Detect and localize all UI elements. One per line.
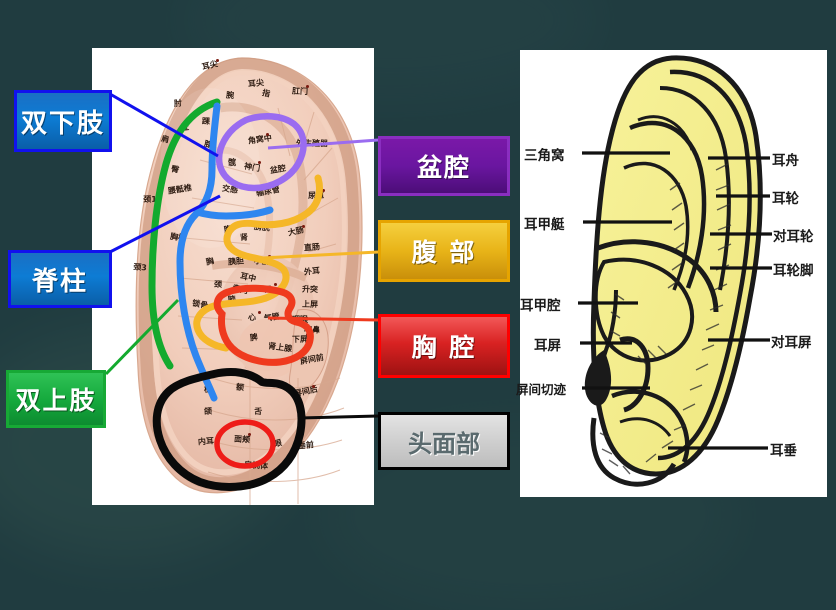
slide-canvas: 耳尖肘腕指耳尖 肛门肩趾踝膝角窝中 外生殖器臀腰骶椎髋神门 盆腔 颈1 交感 输尿管 尿道 胸椎… bbox=[0, 0, 836, 610]
acupoint-label: 直肠 bbox=[303, 242, 321, 253]
acupoint-label: 神门 bbox=[243, 161, 261, 174]
acupoint-label: 扁桃体 bbox=[243, 460, 269, 471]
callout-spine[interactable]: 脊柱 bbox=[8, 250, 112, 308]
callout-label-text: 盆腔 bbox=[416, 153, 471, 182]
anatomy-label-antihelix: 对耳轮 bbox=[773, 229, 814, 245]
acupoint-label: 角窝中 bbox=[247, 133, 273, 146]
anatomy-label-antitragus: 对耳屏 bbox=[771, 335, 812, 351]
acupoint-label: 肛门 bbox=[291, 86, 309, 97]
acupoint-dot bbox=[268, 255, 271, 258]
acupoint-label: 气管 bbox=[263, 311, 281, 324]
acupoint-label: 下屏 bbox=[291, 334, 309, 345]
acupoint-label: 颈1 bbox=[143, 194, 157, 205]
acupoint-label: 腰骶椎 bbox=[167, 183, 193, 196]
acupoint-label: 牙 bbox=[296, 412, 307, 423]
acupoint-label: 踝 bbox=[201, 116, 211, 127]
callout-label-text: 脊柱 bbox=[31, 266, 88, 297]
acupoint-label: 肩 bbox=[160, 134, 170, 145]
acupoint-label: 屏间后 bbox=[293, 384, 319, 399]
acupoint-label: 肺 bbox=[227, 294, 237, 305]
acupoint-label: 指 bbox=[261, 88, 272, 99]
acupoint-label: 小肠 bbox=[253, 256, 271, 267]
acupoint-label: 舌 bbox=[253, 406, 263, 417]
anatomy-label-earlobe: 耳垂 bbox=[770, 443, 797, 459]
anatomy-label-helix: 耳轮 bbox=[772, 191, 799, 207]
acupoint-label: 额 bbox=[235, 382, 245, 393]
acupoint-dot bbox=[216, 59, 219, 62]
acupoint-label: 胸椎 bbox=[169, 231, 187, 243]
callout-label-text: 双下肢 bbox=[20, 108, 105, 139]
acupoint-dot bbox=[322, 189, 325, 192]
ear-acupoint-photo-panel: 耳尖肘腕指耳尖 肛门肩趾踝膝角窝中 外生殖器臀腰骶椎髋神门 盆腔 颈1 交感 输尿管 尿道 胸椎… bbox=[92, 48, 374, 506]
acupoint-label: 耳尖 bbox=[247, 78, 265, 89]
acupoint-label: 脾 bbox=[249, 332, 259, 343]
callout-upper-limbs[interactable]: 双上肢 bbox=[6, 370, 106, 428]
acupoint-label: 内耳 bbox=[197, 436, 215, 447]
acupoint-label: 上屏 bbox=[301, 299, 319, 310]
acupoint-label: 肘 bbox=[173, 98, 183, 109]
acupoint-label: 眼 bbox=[272, 438, 283, 449]
acupoint-dot bbox=[306, 333, 309, 336]
callout-label-text: 双上肢 bbox=[15, 386, 97, 415]
acupoint-label: 腕 bbox=[225, 90, 235, 101]
callout-head-face[interactable]: 头面部 bbox=[378, 412, 510, 470]
callout-pelvis[interactable]: 盆腔 bbox=[378, 136, 510, 196]
anatomy-label-intertragic-notch: 屏间切迹 bbox=[516, 382, 567, 397]
anatomy-label-tragus: 耳屏 bbox=[534, 338, 561, 354]
acupoint-label: 心 bbox=[247, 312, 257, 323]
anatomy-label-scapha: 耳舟 bbox=[772, 153, 799, 169]
acupoint-label: 升突 bbox=[301, 284, 319, 295]
callout-lower-limbs[interactable]: 双下肢 bbox=[14, 90, 112, 152]
acupoint-label: 胰胆 bbox=[227, 256, 245, 267]
acupoint-label: 臀 bbox=[170, 164, 180, 175]
callout-chest[interactable]: 胸 腔 bbox=[378, 314, 510, 378]
acupoint-dot bbox=[258, 161, 261, 164]
acupoint-label: 口 bbox=[263, 284, 273, 295]
acupoint-label: 枕 bbox=[203, 384, 213, 395]
anatomy-label-cymba-conchae: 耳甲艇 bbox=[524, 217, 565, 233]
acupoint-label: 肾上腺 bbox=[267, 341, 293, 354]
callout-label-text: 腹 部 bbox=[411, 238, 477, 267]
acupoint-label: 盆腔 bbox=[269, 163, 287, 176]
callout-label-text: 头面部 bbox=[408, 429, 480, 458]
acupoint-label: 屏间前 bbox=[299, 352, 325, 367]
acupoint-label: 趾 bbox=[180, 122, 190, 133]
acupoint-label: 面颊 bbox=[233, 434, 251, 445]
acupoint-label: 咽喉 bbox=[292, 314, 308, 324]
acupoint-dot bbox=[266, 133, 269, 136]
acupoint-dot bbox=[302, 225, 305, 228]
acupoint-label: 锁骨 bbox=[191, 298, 209, 311]
anatomy-label-cavum-conchae: 耳甲腔 bbox=[520, 298, 561, 314]
acupoint-label: 肾 bbox=[239, 232, 249, 243]
acupoint-dot bbox=[258, 311, 261, 314]
ear-anatomy-diagram-panel: 三角窝 耳甲艇 耳甲腔 耳屏 屏间切迹 耳舟 耳轮 对耳轮 耳轮脚 对耳屏 耳垂 bbox=[516, 50, 827, 497]
acupoint-label: 膀胱 bbox=[253, 222, 271, 233]
acupoint-label: 大肠 bbox=[287, 225, 305, 238]
anatomy-label-crus-of-helix: 耳轮脚 bbox=[773, 263, 814, 279]
acupoint-label: 交感 bbox=[221, 183, 239, 195]
acupoint-dot bbox=[274, 283, 277, 286]
acupoint-label: 腹 bbox=[223, 224, 233, 235]
acupoint-label: 髋 bbox=[228, 157, 236, 167]
acupoint-label-layer: 耳尖肘腕指耳尖 肛门肩趾踝膝角窝中 外生殖器臀腰骶椎髋神门 盆腔 颈1 交感 输尿管 尿道 胸椎… bbox=[92, 48, 374, 505]
acupoint-label: 外生殖器 bbox=[295, 138, 329, 149]
acupoint-label: 输尿管 bbox=[255, 184, 281, 199]
acupoint-label: 尿道 bbox=[307, 190, 325, 201]
acupoint-label: 外耳 bbox=[303, 266, 321, 277]
callout-abdomen[interactable]: 腹 部 bbox=[378, 220, 510, 282]
acupoint-label: 胸 bbox=[204, 256, 215, 267]
acupoint-label: 颌 bbox=[203, 406, 213, 417]
anatomy-label-triangular-fossa: 三角窝 bbox=[524, 148, 565, 164]
acupoint-label: 颈 bbox=[213, 279, 223, 290]
acupoint-dot bbox=[312, 385, 315, 388]
acupoint-label: 垂前 bbox=[297, 440, 315, 451]
acupoint-label: 颈3 bbox=[132, 262, 148, 273]
acupoint-label: 耳中 bbox=[239, 271, 257, 284]
callout-label-text: 胸 腔 bbox=[411, 333, 477, 362]
acupoint-label: 膝 bbox=[203, 139, 213, 150]
acupoint-dot bbox=[248, 433, 251, 436]
acupoint-dot bbox=[306, 85, 309, 88]
